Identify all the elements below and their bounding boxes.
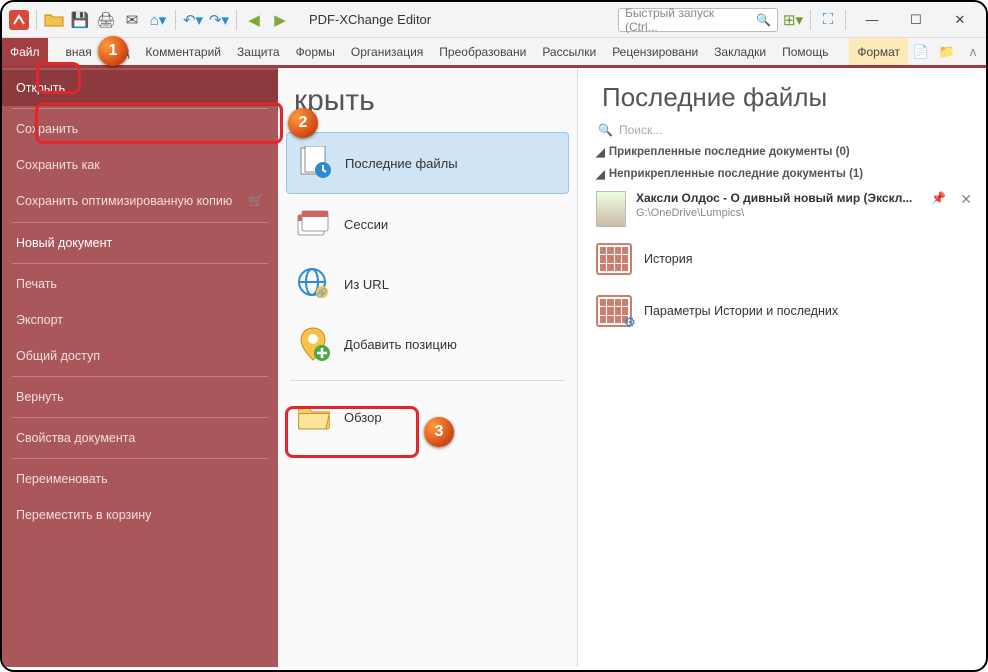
tab-convert[interactable]: Преобразовани — [431, 38, 534, 65]
undo-icon[interactable]: ↶▾ — [182, 9, 204, 31]
source-recent-files-label: Последние файлы — [345, 156, 458, 171]
recent-search-placeholder: Поиск... — [619, 123, 662, 137]
tab-home[interactable]: вная — [48, 38, 100, 65]
fullscreen-icon[interactable]: ⛶ — [817, 9, 839, 31]
mail-icon[interactable]: ✉ — [121, 9, 143, 31]
quick-launch-placeholder: Быстрый запуск (Ctrl... — [625, 6, 750, 34]
tab-organize[interactable]: Организация — [343, 38, 431, 65]
history-label: История — [644, 252, 692, 266]
source-recent-files[interactable]: Последние файлы — [286, 132, 569, 194]
history-params-label: Параметры Истории и последних — [644, 304, 838, 318]
sidebar-item-save-optimized[interactable]: Сохранить оптимизированную копию🛒 — [2, 183, 278, 220]
recent-files-pane: Последние файлы 🔍 Поиск... ◢Прикрепленны… — [578, 68, 986, 667]
calendar-icon — [596, 243, 632, 275]
source-sessions[interactable]: Сессии — [286, 194, 569, 254]
collapse-icon: ◢ — [596, 145, 605, 159]
recent-file-item[interactable]: Хаксли Олдос - О дивный новый мир (Экскл… — [588, 185, 980, 233]
sidebar-item-share[interactable]: Общий доступ — [2, 338, 278, 374]
sidebar-item-print[interactable]: Печать — [2, 266, 278, 302]
nav-fwd-icon[interactable]: ▶ — [269, 9, 291, 31]
sidebar-item-save[interactable]: Сохранить — [2, 111, 278, 147]
recent-file-path: G:\OneDrive\Lumpics\ — [636, 207, 744, 219]
tab-format[interactable]: Формат — [849, 38, 908, 65]
open-sources-column: крыть Последние файлы Сессии 🔗 Из URL — [278, 68, 578, 667]
sidebar-item-open[interactable]: Открыть — [2, 70, 278, 106]
sidebar-item-rename[interactable]: Переименовать — [2, 461, 278, 497]
sessions-icon — [296, 206, 332, 242]
source-from-url-label: Из URL — [344, 277, 389, 292]
recent-search[interactable]: 🔍 Поиск... — [588, 119, 980, 141]
collapse-ribbon-icon[interactable]: ʌ — [960, 38, 986, 65]
ribbon-tabs: Файл вная Вид Комментарий Защита Формы О… — [2, 38, 986, 68]
source-add-place-label: Добавить позицию — [344, 337, 457, 352]
app-icon — [8, 9, 30, 31]
save-icon[interactable]: 💾 — [69, 9, 91, 31]
ui-options-icon[interactable]: ⊞▾ — [782, 9, 804, 31]
find-file-icon[interactable]: 📄 — [908, 38, 934, 65]
remove-recent-icon[interactable]: ✕ — [960, 191, 972, 208]
source-browse[interactable]: Обзор — [286, 387, 569, 447]
tab-help[interactable]: Помощь — [774, 38, 836, 65]
tab-protect[interactable]: Защита — [229, 38, 288, 65]
search-icon: 🔍 — [756, 13, 771, 27]
add-place-icon — [296, 326, 332, 362]
tab-bookmarks[interactable]: Закладки — [706, 38, 774, 65]
quick-access-toolbar: 💾 🖨 ✉ ⌂▾ ↶▾ ↷▾ ◀ ▶ PDF-XChange Editor Бы… — [2, 2, 986, 38]
source-sessions-label: Сессии — [344, 217, 388, 232]
tab-comments[interactable]: Комментарий — [137, 38, 229, 65]
quick-launch-search[interactable]: Быстрый запуск (Ctrl... 🔍 — [618, 8, 778, 32]
minimize-button[interactable]: — — [852, 2, 892, 38]
tab-review[interactable]: Рецензировани — [604, 38, 706, 65]
history-params-option[interactable]: Параметры Истории и последних — [588, 285, 980, 337]
file-thumbnail-icon — [596, 191, 626, 227]
open-folder-icon[interactable] — [43, 9, 65, 31]
tab-forms[interactable]: Формы — [288, 38, 343, 65]
window-title: PDF-XChange Editor — [309, 12, 431, 27]
close-button[interactable]: ✕ — [940, 2, 980, 38]
collapse-icon: ◢ — [596, 167, 605, 181]
globe-icon: 🔗 — [296, 266, 332, 302]
source-add-place[interactable]: Добавить позицию — [286, 314, 569, 374]
tab-view[interactable]: Вид — [100, 38, 138, 65]
sidebar-item-revert[interactable]: Вернуть — [2, 379, 278, 415]
search-icon: 🔍 — [598, 123, 613, 137]
svg-text:🔗: 🔗 — [316, 287, 327, 299]
cart-icon: 🛒 — [248, 194, 264, 209]
group-unpinned[interactable]: ◢Неприкрепленные последние документы (1) — [588, 163, 980, 185]
tab-mail[interactable]: Рассылки — [534, 38, 604, 65]
sidebar-item-export[interactable]: Экспорт — [2, 302, 278, 338]
open-heading: крыть — [286, 80, 569, 132]
source-browse-label: Обзор — [344, 410, 382, 425]
recent-files-icon — [297, 145, 333, 181]
sidebar-item-move-to-trash[interactable]: Переместить в корзину — [2, 497, 278, 533]
nav-back-icon[interactable]: ◀ — [243, 9, 265, 31]
pin-icon[interactable]: 📌 — [931, 191, 946, 205]
print-icon[interactable]: 🖨 — [95, 9, 117, 31]
sidebar-item-new-document[interactable]: Новый документ — [2, 225, 278, 261]
sidebar-item-document-properties[interactable]: Свойства документа — [2, 420, 278, 456]
folder-icon — [296, 399, 332, 435]
redo-icon[interactable]: ↷▾ — [208, 9, 230, 31]
sidebar-item-save-as[interactable]: Сохранить как — [2, 147, 278, 183]
recent-file-name: Хаксли Олдос - О дивный новый мир (Экскл… — [636, 191, 912, 205]
find-folder-icon[interactable]: 📁 — [934, 38, 960, 65]
history-option[interactable]: История — [588, 233, 980, 285]
source-from-url[interactable]: 🔗 Из URL — [286, 254, 569, 314]
recent-heading: Последние файлы — [588, 72, 980, 119]
scan-icon[interactable]: ⌂▾ — [147, 9, 169, 31]
maximize-button[interactable]: ☐ — [896, 2, 936, 38]
group-pinned[interactable]: ◢Прикрепленные последние документы (0) — [588, 141, 980, 163]
file-menu-sidebar: Открыть Сохранить Сохранить как Сохранит… — [2, 68, 278, 667]
tab-file[interactable]: Файл — [2, 38, 48, 65]
calendar-settings-icon — [596, 295, 632, 327]
